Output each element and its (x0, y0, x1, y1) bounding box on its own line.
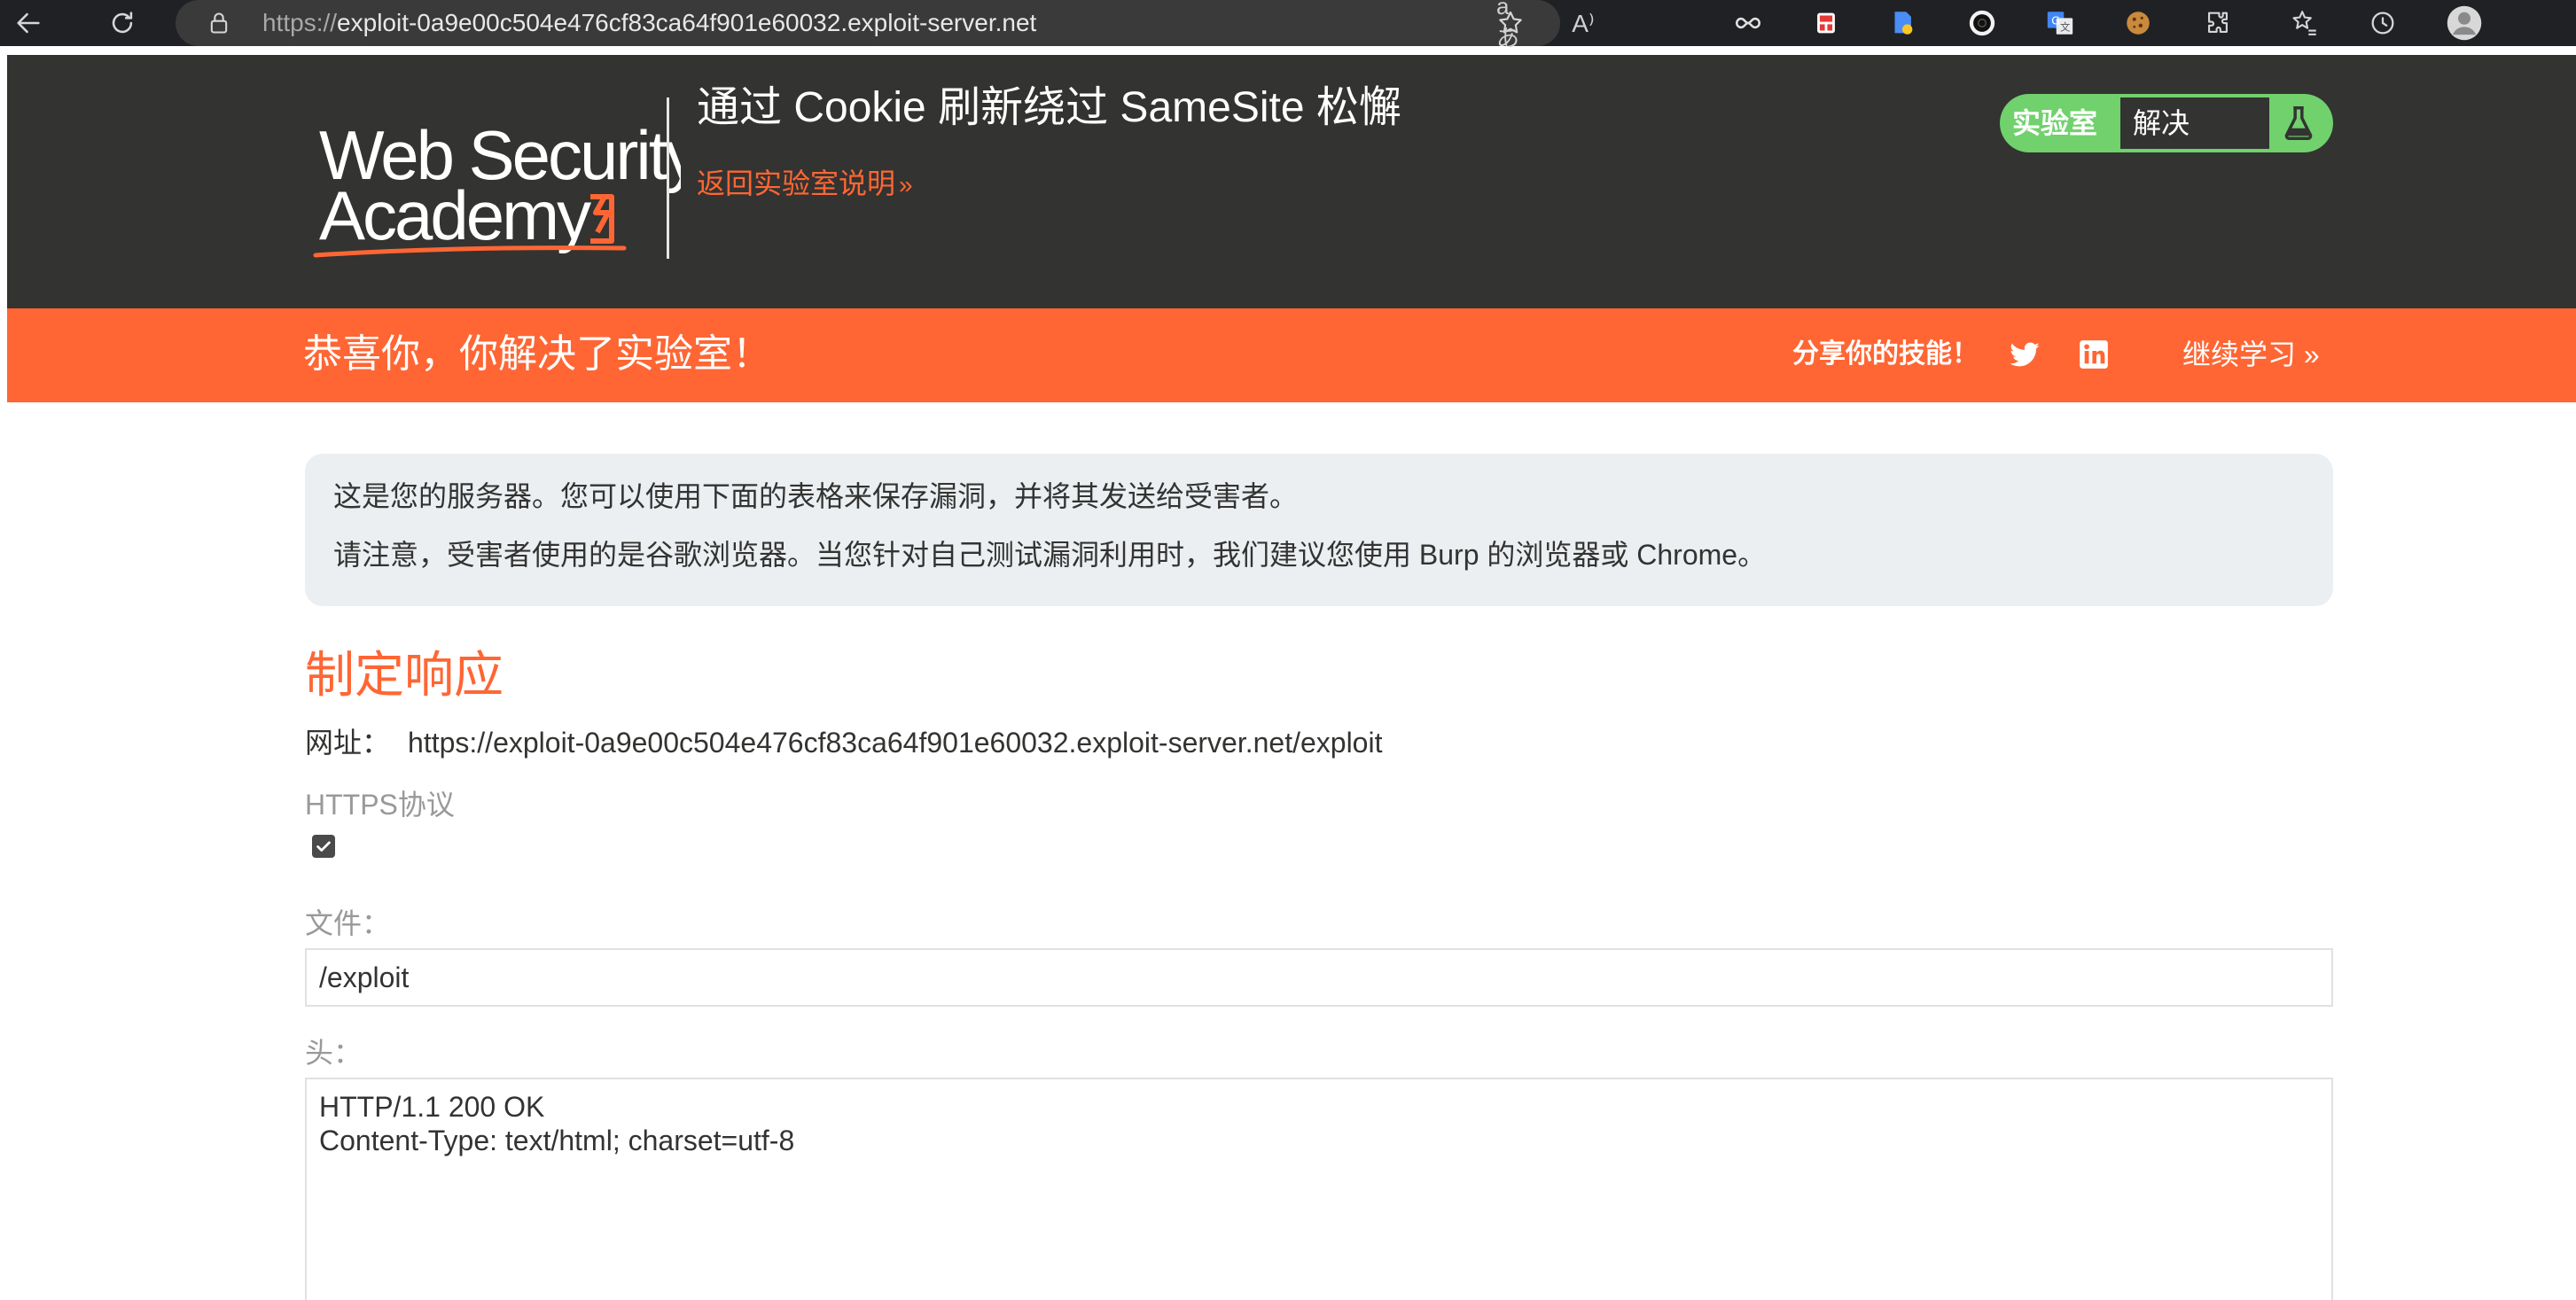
craft-response-title: 制定响应 (305, 647, 503, 703)
extension-file-icon[interactable] (1886, 7, 1918, 39)
read-aloud-icon[interactable]: A⁾ (1567, 7, 1599, 39)
cookie-icon[interactable] (2122, 7, 2154, 39)
flask-icon (2278, 103, 2319, 144)
web-security-academy-logo[interactable]: Web Security Academy (308, 90, 702, 268)
server-info-box: 这是您的服务器。您可以使用下面的表格来保存漏洞，并将其发送给受害者。 请注意，受… (305, 454, 2333, 606)
checkbox-check-icon (316, 841, 331, 852)
extension-black-circle-icon[interactable] (1966, 7, 1998, 39)
lab-header: Web Security Academy 通过 Cookie 刷新绕过 Same… (7, 55, 2576, 308)
congrats-message: 恭喜你，你解决了实验室！ (303, 332, 771, 376)
translate-icon[interactable]: aあ (1496, 0, 1528, 51)
head-label: 头： (305, 1037, 363, 1069)
twitter-icon[interactable] (2005, 335, 2044, 374)
file-label: 文件： (305, 907, 391, 939)
lock-icon[interactable] (206, 11, 232, 35)
url-host: exploit-0a9e00c504e476cf83ca64f901e60032… (337, 9, 1037, 36)
puzzle-extensions-icon[interactable] (2202, 7, 2234, 39)
file-input[interactable]: /exploit (305, 948, 2333, 1007)
exploit-url-value: https://exploit-0a9e00c504e476cf83ca64f9… (408, 727, 1383, 759)
exploit-url-row: 网址： https://exploit-0a9e00c504e476cf83ca6… (305, 723, 1382, 762)
address-url[interactable]: https://exploit-0a9e00c504e476cf83ca64f9… (262, 9, 1036, 37)
address-bar[interactable]: https://exploit-0a9e00c504e476cf83ca64f9… (176, 0, 1560, 46)
lab-status-value: 解决 (2120, 97, 2269, 149)
lab-title: 通过 Cookie 刷新绕过 SameSite 松懈 (697, 84, 1401, 131)
extension-red-icon[interactable] (1810, 7, 1842, 39)
url-label: 网址： (305, 727, 391, 759)
back-link-text: 返回实验室说明 (697, 167, 896, 199)
infinity-extension-icon[interactable] (1732, 7, 1764, 39)
lab-status-widget: 实验室 解决 (2000, 94, 2333, 152)
linkedin-icon[interactable] (2074, 335, 2113, 374)
profile-avatar-icon[interactable] (2445, 4, 2484, 43)
https-checkbox[interactable] (312, 835, 335, 858)
solved-banner: 恭喜你，你解决了实验室！ 分享你的技能！ 继续学习 » (7, 308, 2576, 402)
svg-text:G: G (2051, 14, 2060, 27)
svg-text:文: 文 (2060, 21, 2070, 34)
logo-line2: Academy (319, 176, 591, 254)
info-line-1: 这是您的服务器。您可以使用下面的表格来保存漏洞，并将其发送给受害者。 (333, 480, 1299, 512)
continue-learning-text: 继续学习 (2182, 339, 2297, 370)
https-label: HTTPS协议 (305, 789, 455, 821)
lab-status-label: 实验室 (2012, 107, 2098, 139)
share-skills-text: 分享你的技能！ (1792, 339, 1979, 369)
chevron-right-icon: » (899, 171, 913, 199)
back-arrow-icon[interactable] (11, 5, 46, 41)
favorites-icon[interactable] (2289, 7, 2321, 39)
back-to-lab-description-link[interactable]: 返回实验室说明» (697, 163, 913, 204)
header-divider (667, 97, 669, 259)
google-translate-icon[interactable]: G文 (2044, 7, 2076, 39)
browser-toolbar: https://exploit-0a9e00c504e476cf83ca64f9… (0, 0, 2576, 51)
page-content: Web Security Academy 通过 Cookie 刷新绕过 Same… (7, 55, 2576, 1300)
refresh-icon[interactable] (105, 5, 140, 41)
chevron-right-icon: » (2303, 339, 2320, 370)
url-protocol: https:// (262, 9, 338, 36)
info-line-2: 请注意，受害者使用的是谷歌浏览器。当您针对自己测试漏洞利用时，我们建议您使用 B… (333, 539, 1767, 571)
continue-learning-link[interactable]: 继续学习 » (2182, 335, 2320, 374)
head-textarea[interactable]: HTTP/1.1 200 OK Content-Type: text/html;… (305, 1078, 2333, 1300)
history-icon[interactable] (2367, 7, 2399, 39)
